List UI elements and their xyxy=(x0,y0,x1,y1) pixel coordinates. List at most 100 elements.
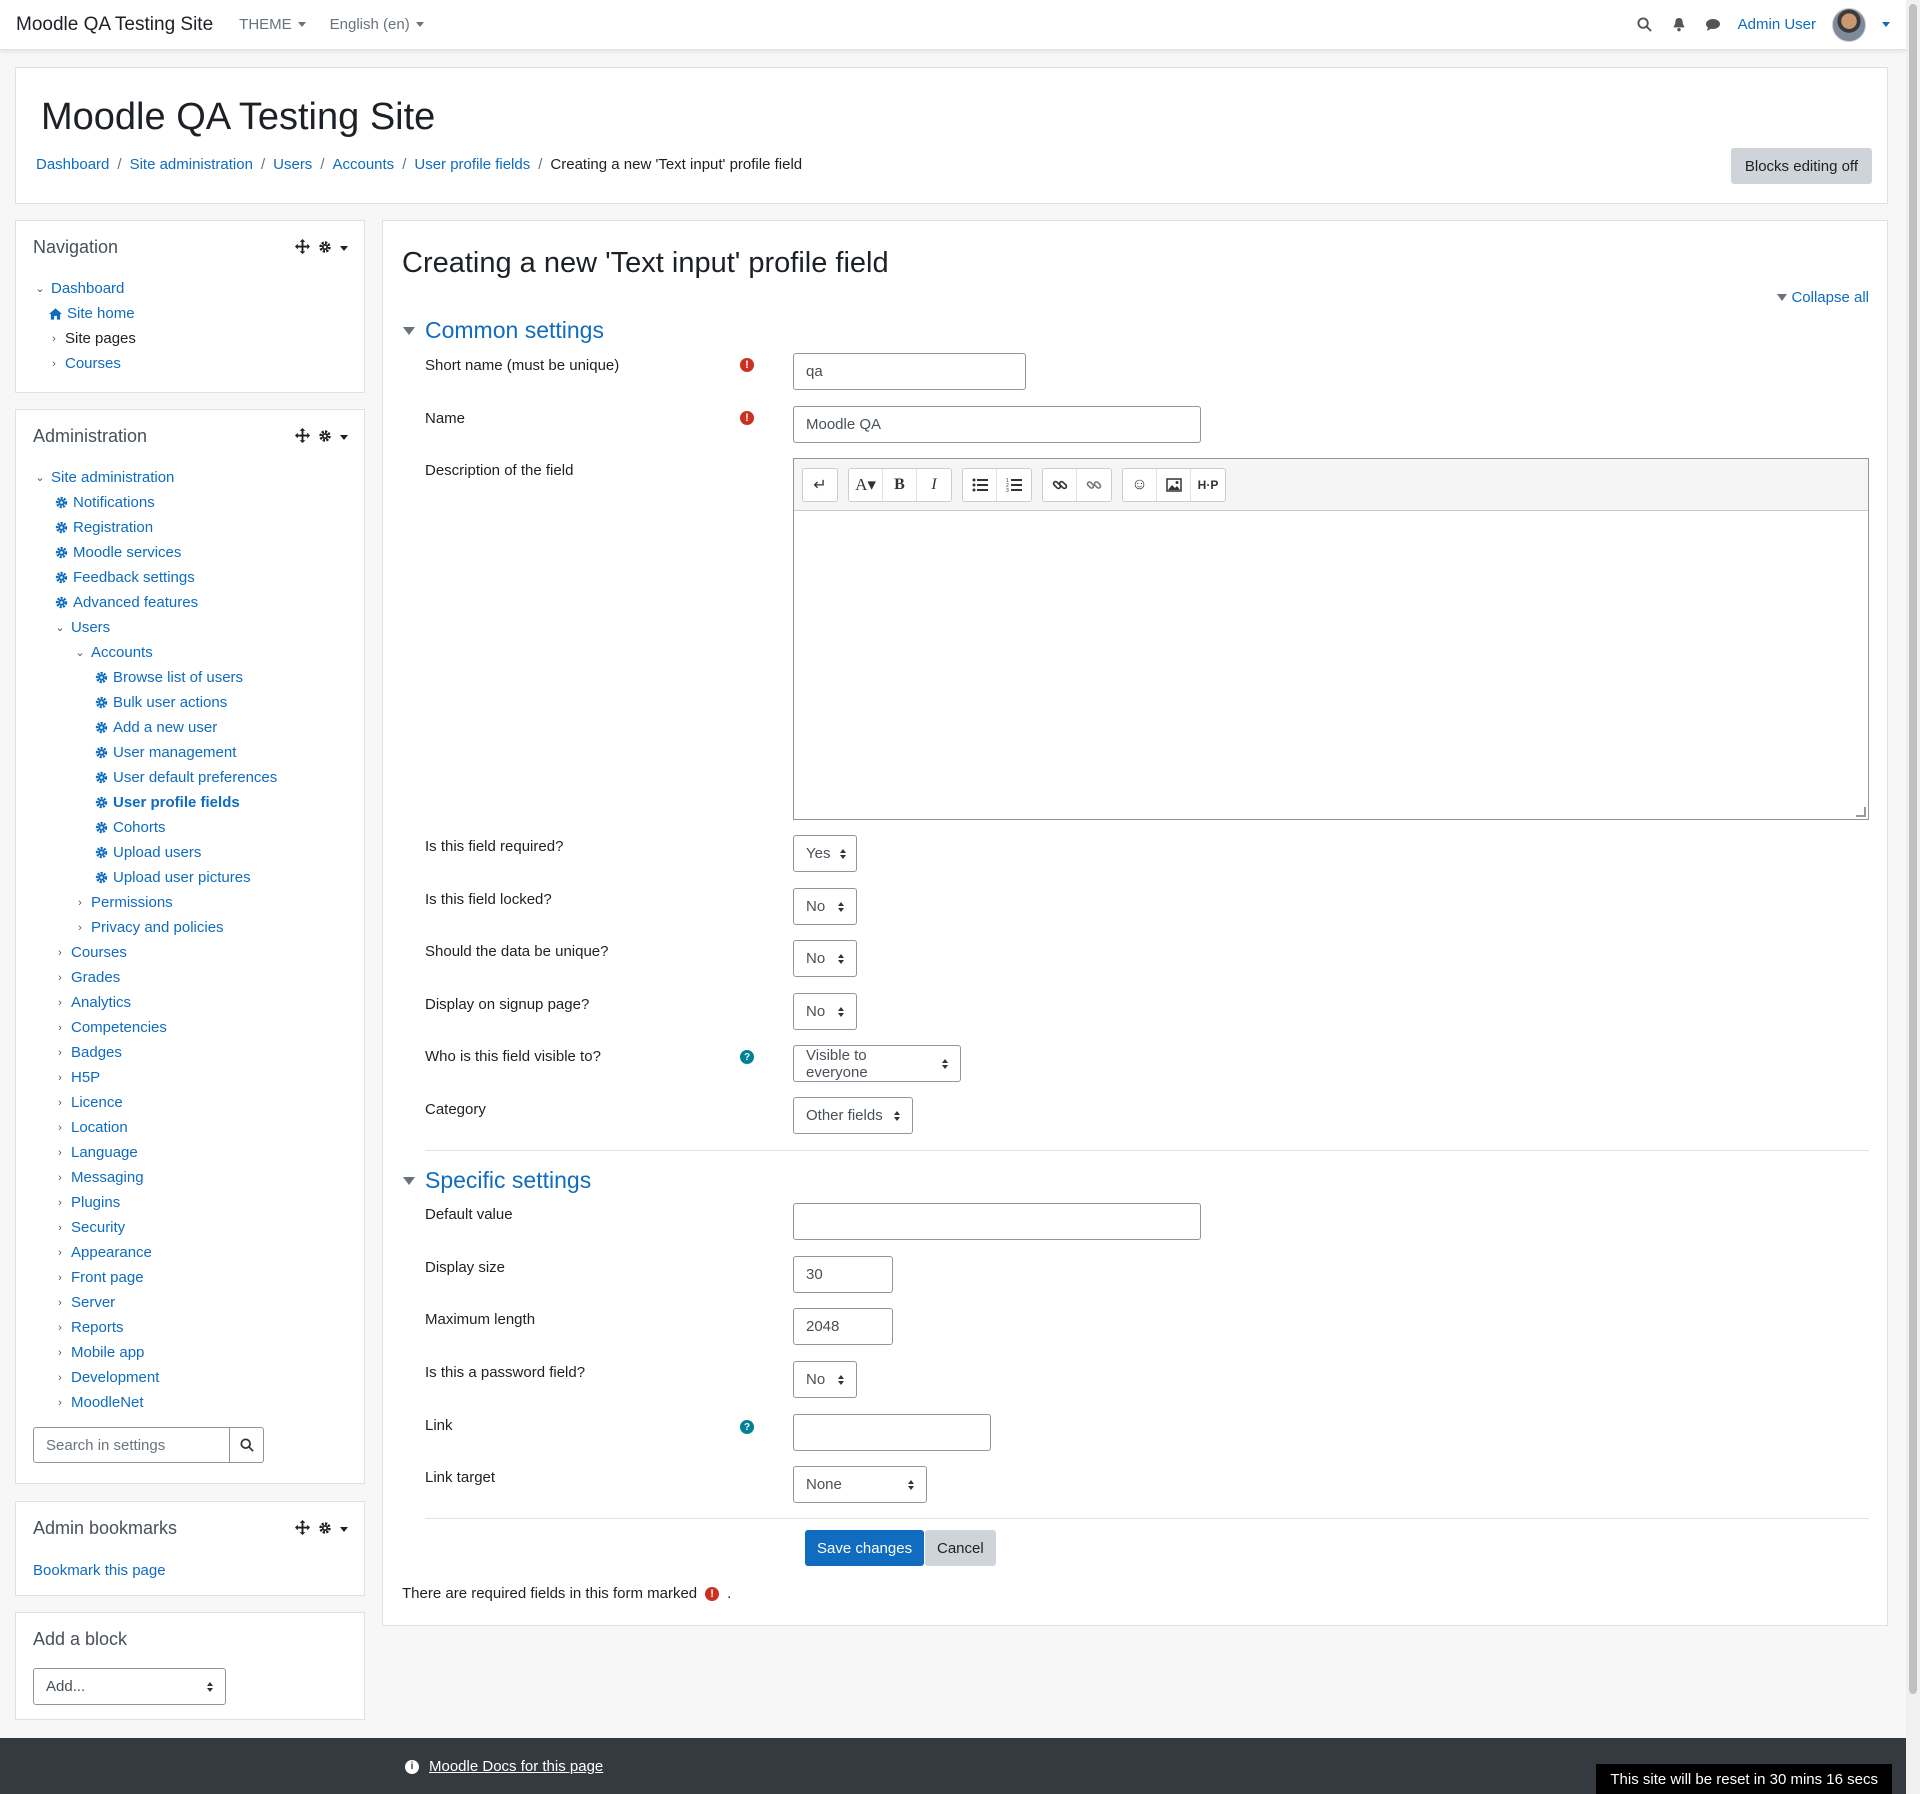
admin-tree-item[interactable]: › Language xyxy=(33,1140,354,1165)
admin-tree-item[interactable]: › H5P xyxy=(33,1065,354,1090)
admin-tree-item-label[interactable]: Security xyxy=(71,1219,125,1236)
admin-tree-item[interactable]: ⌄ Site administration xyxy=(33,465,354,490)
user-menu-caret-icon[interactable] xyxy=(1882,22,1890,27)
moodle-docs-link[interactable]: i Moodle Docs for this page xyxy=(405,1758,603,1775)
unlink-icon[interactable] xyxy=(1077,469,1111,501)
move-icon[interactable] xyxy=(295,239,310,258)
admin-tree-item-label[interactable]: Upload user pictures xyxy=(113,869,251,886)
breadcrumb-user-profile-fields[interactable]: User profile fields xyxy=(414,156,530,173)
chevron-right-icon[interactable]: › xyxy=(73,922,87,934)
h5p-icon[interactable]: H·P xyxy=(1191,469,1225,501)
theme-dropdown[interactable]: THEME xyxy=(239,16,306,33)
admin-tree-item-label[interactable]: Mobile app xyxy=(71,1344,144,1361)
save-changes-button[interactable]: Save changes xyxy=(805,1530,925,1566)
admin-tree-item-label[interactable]: Users xyxy=(71,619,110,636)
admin-tree-item-label[interactable]: Appearance xyxy=(71,1244,152,1261)
admin-tree-item-label[interactable]: Feedback settings xyxy=(73,569,195,586)
bold-icon[interactable]: B xyxy=(883,468,917,501)
chevron-right-icon[interactable]: › xyxy=(53,947,67,959)
admin-tree-item-label[interactable]: User management xyxy=(113,744,236,761)
tree-item-label[interactable]: Courses xyxy=(65,355,121,372)
admin-tree-item[interactable]: › Privacy and policies xyxy=(33,915,354,940)
field-visible-select[interactable]: Visible to everyone xyxy=(793,1045,961,1082)
chevron-right-icon[interactable]: › xyxy=(53,1172,67,1184)
admin-tree-item-label[interactable]: Notifications xyxy=(73,494,155,511)
description-textarea[interactable] xyxy=(794,511,1868,819)
emoticon-icon[interactable]: ☺ xyxy=(1123,468,1157,501)
field-locked-select[interactable]: No xyxy=(793,888,857,925)
admin-tree-item[interactable]: › Permissions xyxy=(33,890,354,915)
chevron-right-icon[interactable]: › xyxy=(53,1247,67,1259)
admin-tree-item-label[interactable]: Registration xyxy=(73,519,153,536)
admin-tree-item[interactable]: › Courses xyxy=(33,940,354,965)
collapse-all-link[interactable]: Collapse all xyxy=(1777,289,1869,306)
admin-tree-item[interactable]: ⌄ Accounts xyxy=(33,640,354,665)
admin-tree-item[interactable]: › Development xyxy=(33,1365,354,1390)
admin-tree-item[interactable]: › Mobile app xyxy=(33,1340,354,1365)
admin-tree-item[interactable]: Notifications xyxy=(33,490,354,515)
breadcrumb-site-administration[interactable]: Site administration xyxy=(130,156,253,173)
admin-tree-item-label[interactable]: User profile fields xyxy=(113,794,240,811)
admin-tree-item-label[interactable]: Cohorts xyxy=(113,819,166,836)
chat-bubble-icon[interactable] xyxy=(1704,16,1722,34)
link-input[interactable] xyxy=(793,1414,991,1451)
user-avatar[interactable] xyxy=(1832,7,1866,42)
admin-tree-item-label[interactable]: Plugins xyxy=(71,1194,120,1211)
resize-handle[interactable] xyxy=(1856,807,1866,817)
admin-tree-item[interactable]: › Licence xyxy=(33,1090,354,1115)
admin-tree-item[interactable]: User profile fields xyxy=(33,790,354,815)
gear-icon[interactable] xyxy=(318,240,332,258)
page-scrollbar[interactable] xyxy=(1906,0,1920,1794)
admin-tree-item-label[interactable]: Browse list of users xyxy=(113,669,243,686)
caret-down-icon[interactable] xyxy=(340,435,348,440)
gear-icon[interactable] xyxy=(318,1521,332,1539)
chevron-down-icon[interactable]: ⌄ xyxy=(33,471,47,484)
tree-item-courses[interactable]: › Courses xyxy=(33,351,354,376)
help-icon[interactable]: ? xyxy=(740,1420,754,1434)
unordered-list-icon[interactable] xyxy=(963,468,997,501)
admin-tree-item[interactable]: › Messaging xyxy=(33,1165,354,1190)
link-icon[interactable] xyxy=(1043,468,1077,501)
caret-down-icon[interactable] xyxy=(340,1527,348,1532)
scrollbar-thumb[interactable] xyxy=(1909,4,1917,1694)
font-style-icon[interactable]: A▾ xyxy=(849,468,883,501)
common-settings-header[interactable]: Common settings xyxy=(403,317,604,344)
admin-tree-item[interactable]: Bulk user actions xyxy=(33,690,354,715)
chevron-down-icon[interactable]: ⌄ xyxy=(73,646,87,659)
settings-search-input[interactable]: Search in settings xyxy=(33,1427,230,1463)
admin-tree-item-label[interactable]: Bulk user actions xyxy=(113,694,227,711)
admin-tree-item[interactable]: › Plugins xyxy=(33,1190,354,1215)
admin-tree-item[interactable]: Upload user pictures xyxy=(33,865,354,890)
admin-tree-item[interactable]: › Location xyxy=(33,1115,354,1140)
admin-tree-item[interactable]: › Server xyxy=(33,1290,354,1315)
category-select[interactable]: Other fields xyxy=(793,1097,913,1134)
chevron-right-icon[interactable]: › xyxy=(53,1072,67,1084)
blocks-editing-button[interactable]: Blocks editing off xyxy=(1730,148,1872,184)
name-input[interactable]: Moodle QA xyxy=(793,406,1201,443)
admin-tree-item[interactable]: › Grades xyxy=(33,965,354,990)
breadcrumb-users[interactable]: Users xyxy=(273,156,312,173)
chevron-right-icon[interactable]: › xyxy=(53,997,67,1009)
admin-tree-item-label[interactable]: User default preferences xyxy=(113,769,277,786)
admin-tree-item[interactable]: › MoodleNet xyxy=(33,1390,354,1415)
admin-tree-item[interactable]: › Reports xyxy=(33,1315,354,1340)
site-brand[interactable]: Moodle QA Testing Site xyxy=(16,14,213,36)
chevron-right-icon[interactable]: › xyxy=(53,1397,67,1409)
admin-tree-item-label[interactable]: Moodle services xyxy=(73,544,181,561)
chevron-right-icon[interactable]: › xyxy=(53,1147,67,1159)
user-menu-name[interactable]: Admin User xyxy=(1738,16,1816,33)
admin-tree-item-label[interactable]: Reports xyxy=(71,1319,124,1336)
admin-tree-item-label[interactable]: Advanced features xyxy=(73,594,198,611)
admin-tree-item[interactable]: User management xyxy=(33,740,354,765)
admin-tree-item[interactable]: › Security xyxy=(33,1215,354,1240)
image-icon[interactable] xyxy=(1157,468,1191,501)
breadcrumb-dashboard[interactable]: Dashboard xyxy=(36,156,109,173)
specific-settings-header[interactable]: Specific settings xyxy=(403,1167,591,1194)
language-dropdown[interactable]: English (en) xyxy=(330,16,424,33)
move-icon[interactable] xyxy=(295,428,310,447)
admin-tree-item[interactable]: ⌄ Users xyxy=(33,615,354,640)
admin-tree-item-label[interactable]: Courses xyxy=(71,944,127,961)
tree-item-label[interactable]: Site pages xyxy=(65,330,136,347)
chevron-right-icon[interactable]: › xyxy=(53,1047,67,1059)
admin-tree-item-label[interactable]: Analytics xyxy=(71,994,131,1011)
